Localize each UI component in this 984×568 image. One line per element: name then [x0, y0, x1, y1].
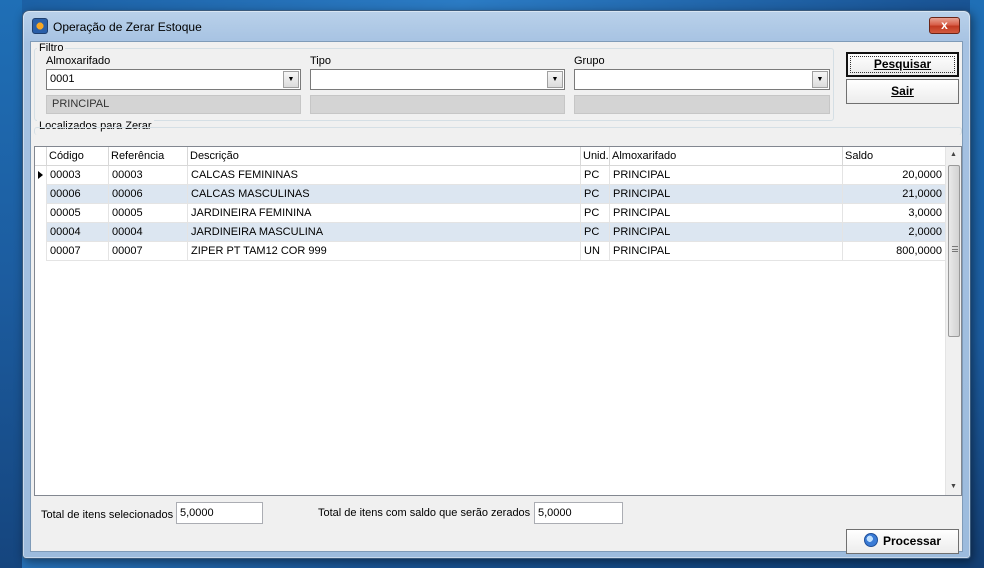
- scrollbar-thumb[interactable]: [948, 165, 960, 337]
- header-indicator: [35, 147, 47, 166]
- close-button[interactable]: x: [929, 17, 960, 34]
- table-row[interactable]: 00004 00004 JARDINEIRA MASCULINA PC PRIN…: [35, 223, 947, 242]
- cell-codigo: 00005: [47, 204, 109, 223]
- chevron-down-icon[interactable]: ▼: [812, 71, 828, 88]
- row-indicator: [35, 223, 47, 242]
- cell-descricao: JARDINEIRA FEMININA: [188, 204, 581, 223]
- cell-codigo: 00003: [47, 166, 109, 185]
- cell-referencia: 00007: [109, 242, 188, 261]
- grip-icon: [952, 246, 958, 252]
- process-icon: [863, 533, 878, 547]
- cell-saldo: 21,0000: [843, 185, 947, 204]
- cell-almoxarifado: PRINCIPAL: [610, 242, 843, 261]
- almoxarifado-description: PRINCIPAL: [46, 95, 301, 114]
- processar-button-label: Processar: [882, 534, 942, 548]
- current-row-arrow-icon: [38, 171, 43, 179]
- tipo-description: [310, 95, 565, 114]
- total-selecionados-field[interactable]: 5,0000: [176, 502, 263, 524]
- cell-descricao: CALCAS FEMININAS: [188, 166, 581, 185]
- cell-codigo: 00004: [47, 223, 109, 242]
- cell-unid: PC: [581, 223, 610, 242]
- filtro-group-label: Filtro: [37, 42, 66, 54]
- total-selecionados-label: Total de itens selecionados: [41, 509, 174, 521]
- chevron-down-icon[interactable]: ▼: [547, 71, 563, 88]
- grupo-combo[interactable]: ▼: [574, 69, 830, 90]
- almoxarifado-combo-value: 0001: [50, 73, 75, 85]
- total-zerados-field[interactable]: 5,0000: [534, 502, 623, 524]
- table-row[interactable]: 00003 00003 CALCAS FEMININAS PC PRINCIPA…: [35, 166, 947, 185]
- column-header-descricao[interactable]: Descrição: [188, 147, 581, 166]
- cell-unid: PC: [581, 166, 610, 185]
- title-bar[interactable]: Operação de Zerar Estoque x: [23, 11, 970, 43]
- cell-referencia: 00005: [109, 204, 188, 223]
- cell-referencia: 00006: [109, 185, 188, 204]
- grupo-description: [574, 95, 830, 114]
- cell-unid: UN: [581, 242, 610, 261]
- cell-referencia: 00003: [109, 166, 188, 185]
- cell-codigo: 00007: [47, 242, 109, 261]
- cell-descricao: ZIPER PT TAM12 COR 999: [188, 242, 581, 261]
- scroll-up-arrow-icon[interactable]: ▲: [946, 147, 961, 163]
- cell-almoxarifado: PRINCIPAL: [610, 204, 843, 223]
- column-header-saldo[interactable]: Saldo: [843, 147, 947, 166]
- pesquisar-button[interactable]: Pesquisar: [846, 52, 959, 77]
- cell-saldo: 800,0000: [843, 242, 947, 261]
- chevron-down-icon[interactable]: ▼: [283, 71, 299, 88]
- cell-descricao: CALCAS MASCULINAS: [188, 185, 581, 204]
- client-area: Filtro Almoxarifado 0001 ▼ PRINCIPAL Tip…: [30, 41, 963, 554]
- cell-almoxarifado: PRINCIPAL: [610, 166, 843, 185]
- almoxarifado-label: Almoxarifado: [46, 55, 111, 67]
- sair-button[interactable]: Sair: [846, 79, 959, 104]
- cell-descricao: JARDINEIRA MASCULINA: [188, 223, 581, 242]
- items-grid[interactable]: Código Referência Descrição Unid. Almoxa…: [34, 146, 962, 496]
- desktop-background-left: [0, 0, 22, 568]
- cell-saldo: 2,0000: [843, 223, 947, 242]
- main-window: Operação de Zerar Estoque x Filtro Almox…: [22, 10, 971, 559]
- column-header-codigo[interactable]: Código: [47, 147, 109, 166]
- cell-codigo: 00006: [47, 185, 109, 204]
- cell-referencia: 00004: [109, 223, 188, 242]
- table-row[interactable]: 00007 00007 ZIPER PT TAM12 COR 999 UN PR…: [35, 242, 947, 261]
- grid-vertical-scrollbar[interactable]: ▲ ▼: [945, 147, 961, 495]
- scroll-down-arrow-icon[interactable]: ▼: [946, 479, 961, 495]
- tipo-label: Tipo: [310, 55, 331, 67]
- column-header-almoxarifado[interactable]: Almoxarifado: [610, 147, 843, 166]
- sair-button-label: Sair: [891, 84, 914, 98]
- cell-almoxarifado: PRINCIPAL: [610, 185, 843, 204]
- window-title: Operação de Zerar Estoque: [53, 20, 202, 34]
- cell-saldo: 3,0000: [843, 204, 947, 223]
- grupo-label: Grupo: [574, 55, 605, 67]
- table-row[interactable]: 00006 00006 CALCAS MASCULINAS PC PRINCIP…: [35, 185, 947, 204]
- almoxarifado-combo[interactable]: 0001 ▼: [46, 69, 301, 90]
- tipo-combo[interactable]: ▼: [310, 69, 565, 90]
- cell-saldo: 20,0000: [843, 166, 947, 185]
- cell-unid: PC: [581, 185, 610, 204]
- row-indicator: [35, 185, 47, 204]
- table-row[interactable]: 00005 00005 JARDINEIRA FEMININA PC PRINC…: [35, 204, 947, 223]
- total-zerados-label: Total de itens com saldo que serão zerad…: [318, 507, 531, 519]
- cell-unid: PC: [581, 204, 610, 223]
- row-indicator: [35, 204, 47, 223]
- row-indicator: [35, 242, 47, 261]
- pesquisar-button-label: Pesquisar: [873, 57, 932, 71]
- grid-header: Código Referência Descrição Unid. Almoxa…: [35, 147, 947, 166]
- app-logo-icon: [32, 18, 48, 34]
- row-indicator: [35, 166, 47, 185]
- localizados-group: [34, 127, 962, 135]
- processar-button[interactable]: Processar: [846, 529, 959, 554]
- desktop-background-right: [970, 0, 984, 568]
- cell-almoxarifado: PRINCIPAL: [610, 223, 843, 242]
- column-header-referencia[interactable]: Referência: [109, 147, 188, 166]
- column-header-unid[interactable]: Unid.: [581, 147, 610, 166]
